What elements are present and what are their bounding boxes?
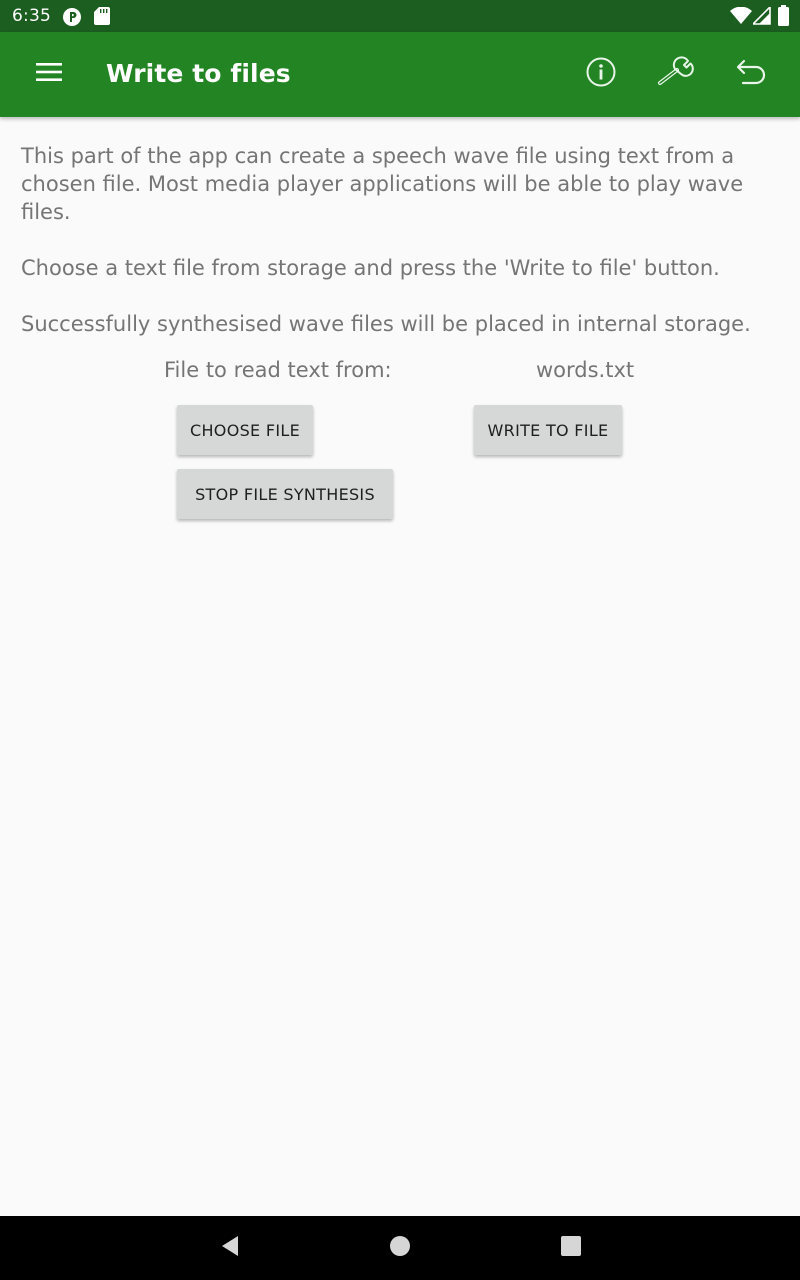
choose-file-button[interactable]: CHOOSE FILE: [177, 405, 313, 455]
info-icon: [585, 56, 617, 92]
file-name-value: words.txt: [536, 358, 635, 382]
signal-icon: [751, 5, 771, 29]
storage-paragraph: Successfully synthesised wave files will…: [21, 312, 751, 336]
navigation-bar: [0, 1216, 800, 1280]
home-icon: [389, 1235, 411, 1261]
wrench-icon: [656, 56, 696, 92]
intro-paragraph: This part of the app can create a speech…: [21, 144, 744, 224]
undo-button[interactable]: [728, 50, 776, 98]
recents-icon: [561, 1236, 581, 1260]
play-protect-icon: [62, 7, 82, 31]
menu-icon: [36, 63, 62, 85]
wifi-icon: [730, 6, 752, 29]
menu-button[interactable]: [25, 50, 73, 98]
battery-icon: [778, 5, 789, 30]
info-button[interactable]: [577, 50, 625, 98]
instruction-paragraph: Choose a text file from storage and pres…: [21, 256, 720, 280]
write-to-file-button[interactable]: WRITE TO FILE: [474, 405, 622, 455]
home-button[interactable]: [380, 1228, 420, 1268]
sd-card-icon: [94, 7, 110, 29]
back-button[interactable]: [210, 1228, 250, 1268]
status-bar: 6:35: [0, 0, 800, 32]
back-icon: [220, 1235, 240, 1261]
file-label: File to read text from:: [164, 358, 392, 382]
undo-icon: [735, 57, 769, 91]
status-time: 6:35: [12, 6, 51, 26]
recents-button[interactable]: [551, 1228, 591, 1268]
page-title: Write to files: [106, 59, 291, 88]
app-bar: Write to files: [0, 32, 800, 117]
settings-button[interactable]: [652, 50, 700, 98]
stop-file-synthesis-button[interactable]: STOP FILE SYNTHESIS: [177, 469, 393, 519]
